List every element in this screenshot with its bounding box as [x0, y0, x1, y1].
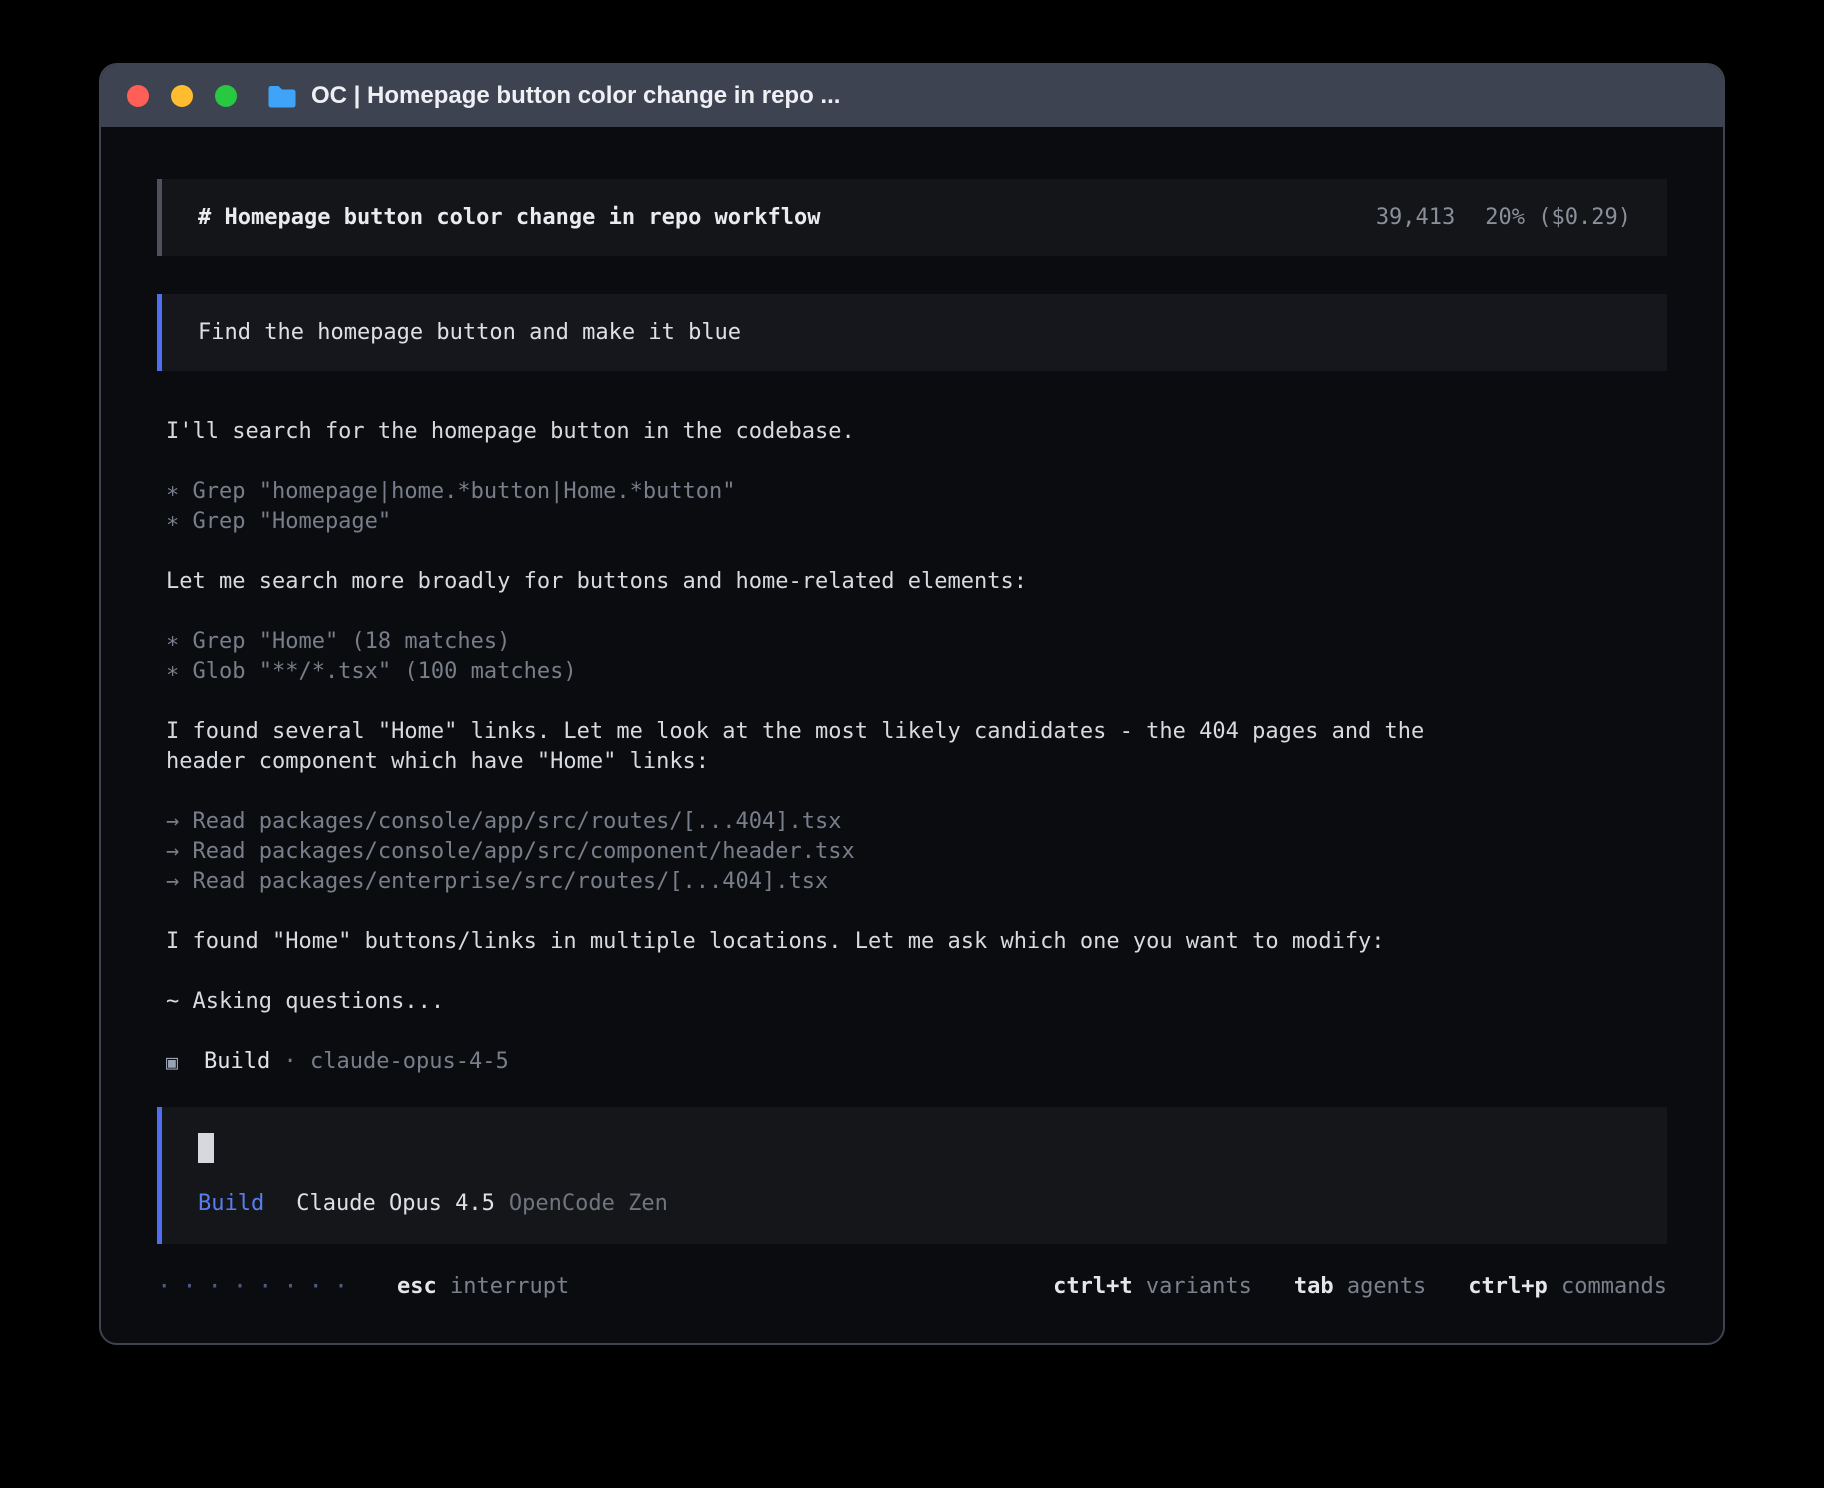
- transcript-line: ∗ Grep "Homepage": [166, 507, 1667, 537]
- transcript-block-tool: → Read packages/console/app/src/routes/[…: [166, 807, 1667, 897]
- agent-badge-icon: ▣: [166, 1047, 178, 1077]
- shortcut-label: agents: [1334, 1274, 1427, 1299]
- traffic-lights: [127, 85, 237, 107]
- user-message: Find the homepage button and make it blu…: [157, 294, 1667, 371]
- token-count: 39,413: [1376, 205, 1455, 230]
- transcript: I'll search for the homepage button in t…: [157, 417, 1667, 1077]
- transcript-line: I found several "Home" links. Let me loo…: [166, 717, 1441, 777]
- shortcut-label: variants: [1133, 1274, 1252, 1299]
- status-bar: ········ esc interrupt ctrl+t variants ta…: [157, 1272, 1667, 1300]
- agent-name: Build: [204, 1047, 270, 1077]
- transcript-block-text: Let me search more broadly for buttons a…: [166, 567, 1667, 597]
- shortcut-key: ctrl+p: [1468, 1274, 1547, 1299]
- prompt-input[interactable]: Build Claude Opus 4.5 OpenCode Zen: [157, 1107, 1667, 1244]
- zoom-button[interactable]: [215, 85, 237, 107]
- transcript-line: ∗ Glob "**/*.tsx" (100 matches): [166, 657, 1667, 687]
- provider-name: OpenCode Zen: [509, 1191, 668, 1216]
- session-header: # Homepage button color change in repo w…: [157, 179, 1667, 256]
- user-message-text: Find the homepage button and make it blu…: [198, 320, 741, 345]
- shortcut-agents[interactable]: tab agents: [1294, 1274, 1426, 1299]
- agent-model: claude-opus-4-5: [310, 1047, 509, 1077]
- transcript-block-tool: ∗ Grep "homepage|home.*button|Home.*butt…: [166, 477, 1667, 537]
- spinner-dots: ········: [157, 1272, 359, 1300]
- session-title: # Homepage button color change in repo w…: [198, 205, 821, 230]
- shortcut-key: ctrl+t: [1053, 1274, 1132, 1299]
- transcript-line: → Read packages/enterprise/src/routes/[.…: [166, 867, 1667, 897]
- shortcut-key: esc: [397, 1274, 437, 1299]
- shortcut-label-text: interrupt: [450, 1274, 569, 1299]
- terminal-content: # Homepage button color change in repo w…: [101, 127, 1723, 1343]
- transcript-line: ~ Asking questions...: [166, 987, 1441, 1017]
- shortcut-label: commands: [1548, 1274, 1667, 1299]
- transcript-line: ∗ Grep "homepage|home.*button|Home.*butt…: [166, 477, 1667, 507]
- shortcut-commands[interactable]: ctrl+p commands: [1468, 1274, 1667, 1299]
- transcript-block-text: I found "Home" buttons/links in multiple…: [166, 927, 1667, 957]
- minimize-button[interactable]: [171, 85, 193, 107]
- statusbar-shortcuts: ctrl+t variants tab agents ctrl+p commands: [1053, 1274, 1667, 1299]
- transcript-line: Let me search more broadly for buttons a…: [166, 567, 1441, 597]
- terminal-window: OC | Homepage button color change in rep…: [99, 63, 1725, 1345]
- transcript-block-text: ~ Asking questions...: [166, 987, 1667, 1017]
- session-stats: 39,413 20% ($0.29): [1376, 205, 1631, 230]
- transcript-line: I'll search for the homepage button in t…: [166, 417, 1441, 447]
- transcript-line: → Read packages/console/app/src/componen…: [166, 837, 1667, 867]
- text-cursor[interactable]: [198, 1133, 214, 1163]
- window-title: OC | Homepage button color change in rep…: [311, 82, 840, 110]
- cursor-row: [198, 1133, 1631, 1167]
- close-button[interactable]: [127, 85, 149, 107]
- window-titlebar[interactable]: OC | Homepage button color change in rep…: [101, 65, 1723, 127]
- context-cost: 20% ($0.29): [1485, 205, 1631, 230]
- transcript-block-text: I'll search for the homepage button in t…: [166, 417, 1667, 447]
- input-meta: Build Claude Opus 4.5 OpenCode Zen: [198, 1191, 1631, 1216]
- folder-icon: [267, 84, 297, 109]
- transcript-line: → Read packages/console/app/src/routes/[…: [166, 807, 1667, 837]
- shortcut-interrupt[interactable]: esc interrupt: [397, 1274, 569, 1299]
- transcript-block-agent: ▣ Build · claude-opus-4-5: [166, 1047, 1667, 1077]
- transcript-block-tool: ∗ Grep "Home" (18 matches)∗ Glob "**/*.t…: [166, 627, 1667, 687]
- transcript-block-text: I found several "Home" links. Let me loo…: [166, 717, 1667, 777]
- transcript-line: ∗ Grep "Home" (18 matches): [166, 627, 1667, 657]
- shortcut-key: tab: [1294, 1274, 1334, 1299]
- agent-separator: ·: [270, 1047, 310, 1077]
- shortcut-label: [437, 1274, 450, 1299]
- agent-mode-label[interactable]: Build: [198, 1191, 264, 1216]
- model-name[interactable]: Claude Opus 4.5: [296, 1191, 495, 1216]
- shortcut-variants[interactable]: ctrl+t variants: [1053, 1274, 1252, 1299]
- transcript-line: I found "Home" buttons/links in multiple…: [166, 927, 1441, 957]
